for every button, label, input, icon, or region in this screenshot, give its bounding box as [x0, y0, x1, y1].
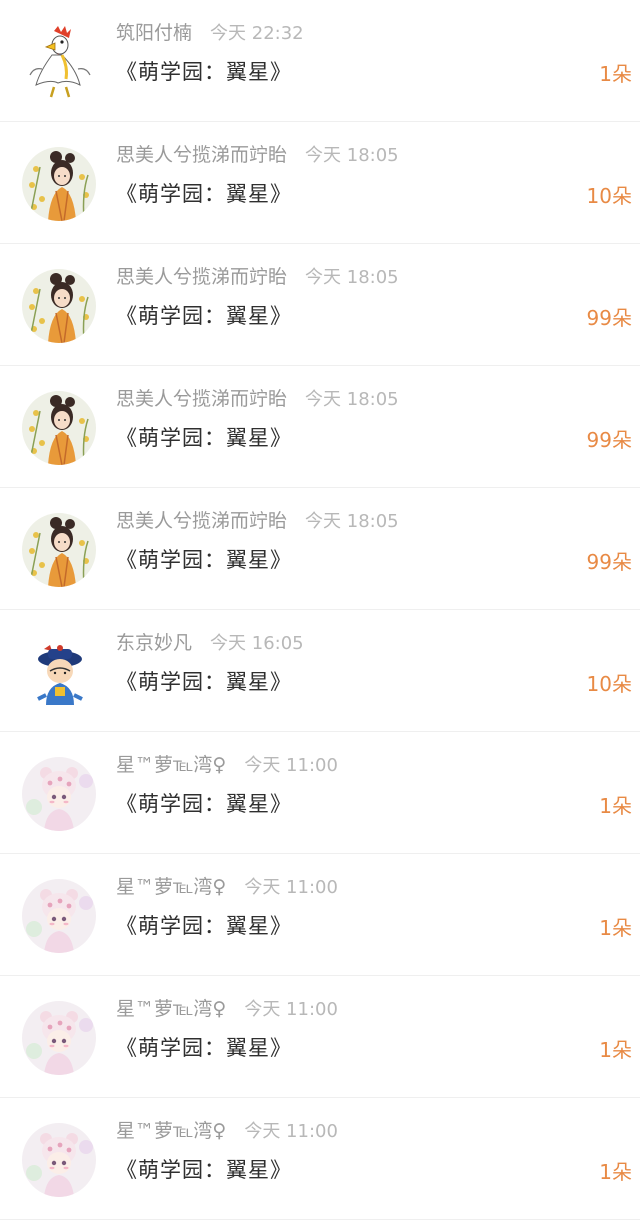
bear-hat-girl-avatar-icon	[22, 757, 96, 831]
avatar[interactable]	[22, 147, 96, 221]
gift-title[interactable]: 《萌学园：翼星》	[116, 910, 292, 942]
avatar[interactable]	[22, 635, 96, 709]
gift-title[interactable]: 《萌学园：翼星》	[116, 178, 292, 210]
avatar[interactable]	[22, 757, 96, 831]
timestamp: 今天 16:05	[210, 633, 304, 654]
flower-count: 99朵	[586, 428, 632, 452]
entry-meta: 东京妙凡 今天 16:05	[116, 630, 304, 657]
entry-meta: 思美人兮揽涕而竚眙 今天 18:05	[116, 142, 399, 169]
timestamp: 今天 18:05	[305, 389, 399, 410]
timestamp: 今天 11:00	[244, 877, 338, 898]
avatar[interactable]	[22, 25, 96, 99]
entry-meta: 思美人兮揽涕而竚眙 今天 18:05	[116, 386, 399, 413]
list-item[interactable]: 东京妙凡 今天 16:05 《萌学园：翼星》 10朵	[0, 610, 640, 732]
sender-name[interactable]: 思美人兮揽涕而竚眙	[116, 388, 287, 410]
list-item[interactable]: 思美人兮揽涕而竚眙 今天 18:05 《萌学园：翼星》 99朵	[0, 244, 640, 366]
sender-name[interactable]: 思美人兮揽涕而竚眙	[116, 144, 287, 166]
entry-meta: 星™萝℡湾♀ 今天 11:00	[116, 996, 338, 1023]
gift-title[interactable]: 《萌学园：翼星》	[116, 422, 292, 454]
avatar[interactable]	[22, 879, 96, 953]
bear-hat-girl-avatar-icon	[22, 1001, 96, 1075]
flower-count: 1朵	[599, 794, 632, 818]
girl-flowers-avatar-icon	[22, 391, 96, 465]
avatar[interactable]	[22, 1001, 96, 1075]
entry-meta: 思美人兮揽涕而竚眙 今天 18:05	[116, 264, 399, 291]
timestamp: 今天 18:05	[305, 145, 399, 166]
flower-count: 10朵	[586, 184, 632, 208]
entry-meta: 思美人兮揽涕而竚眙 今天 18:05	[116, 508, 399, 535]
girl-flowers-avatar-icon	[22, 513, 96, 587]
gift-title[interactable]: 《萌学园：翼星》	[116, 666, 292, 698]
list-item[interactable]: 星™萝℡湾♀ 今天 11:00 《萌学园：翼星》 1朵	[0, 976, 640, 1098]
gift-title[interactable]: 《萌学园：翼星》	[116, 1032, 292, 1064]
sender-name[interactable]: 星™萝℡湾♀	[116, 876, 226, 898]
sender-name[interactable]: 思美人兮揽涕而竚眙	[116, 266, 287, 288]
bear-hat-girl-avatar-icon	[22, 1123, 96, 1197]
list-item[interactable]: 星™萝℡湾♀ 今天 11:00 《萌学园：翼星》 1朵	[0, 732, 640, 854]
timestamp: 今天 22:32	[210, 23, 304, 44]
avatar[interactable]	[22, 269, 96, 343]
gift-title[interactable]: 《萌学园：翼星》	[116, 56, 292, 88]
sender-name[interactable]: 筑阳付楠	[116, 22, 192, 44]
list-item[interactable]: 星™萝℡湾♀ 今天 11:00 《萌学园：翼星》 1朵	[0, 854, 640, 976]
gift-title[interactable]: 《萌学园：翼星》	[116, 300, 292, 332]
qing-official-avatar-icon	[22, 635, 96, 709]
flower-count: 1朵	[599, 916, 632, 940]
list-item[interactable]: 思美人兮揽涕而竚眙 今天 18:05 《萌学园：翼星》 99朵	[0, 488, 640, 610]
flower-count: 1朵	[599, 1160, 632, 1184]
gift-title[interactable]: 《萌学园：翼星》	[116, 544, 292, 576]
avatar[interactable]	[22, 1123, 96, 1197]
timestamp: 今天 18:05	[305, 511, 399, 532]
flower-count: 10朵	[586, 672, 632, 696]
sender-name[interactable]: 星™萝℡湾♀	[116, 998, 226, 1020]
bear-hat-girl-avatar-icon	[22, 879, 96, 953]
list-item[interactable]: 星™萝℡湾♀ 今天 11:00 《萌学园：翼星》 1朵	[0, 1098, 640, 1220]
flower-count: 99朵	[586, 550, 632, 574]
flower-count: 1朵	[599, 62, 632, 86]
gift-title[interactable]: 《萌学园：翼星》	[116, 788, 292, 820]
timestamp: 今天 11:00	[244, 1121, 338, 1142]
gift-title[interactable]: 《萌学园：翼星》	[116, 1154, 292, 1186]
entry-meta: 星™萝℡湾♀ 今天 11:00	[116, 752, 338, 779]
entry-meta: 星™萝℡湾♀ 今天 11:00	[116, 1118, 338, 1145]
sender-name[interactable]: 星™萝℡湾♀	[116, 754, 226, 776]
girl-flowers-avatar-icon	[22, 147, 96, 221]
avatar[interactable]	[22, 391, 96, 465]
rooster-avatar-icon	[22, 25, 96, 99]
sender-name[interactable]: 思美人兮揽涕而竚眙	[116, 510, 287, 532]
entry-meta: 筑阳付楠 今天 22:32	[116, 20, 304, 47]
timestamp: 今天 11:00	[244, 999, 338, 1020]
list-item[interactable]: 筑阳付楠 今天 22:32 《萌学园：翼星》 1朵	[0, 0, 640, 122]
sender-name[interactable]: 星™萝℡湾♀	[116, 1120, 226, 1142]
girl-flowers-avatar-icon	[22, 269, 96, 343]
entry-meta: 星™萝℡湾♀ 今天 11:00	[116, 874, 338, 901]
flower-count: 1朵	[599, 1038, 632, 1062]
sender-name[interactable]: 东京妙凡	[116, 632, 192, 654]
list-item[interactable]: 思美人兮揽涕而竚眙 今天 18:05 《萌学园：翼星》 99朵	[0, 366, 640, 488]
gift-record-list: 筑阳付楠今天 22:32 《萌学园：翼星》 1朵 思美人兮揽涕而竚眙今天 1	[0, 0, 640, 1220]
list-item[interactable]: 思美人兮揽涕而竚眙 今天 18:05 《萌学园：翼星》 10朵	[0, 122, 640, 244]
flower-count: 99朵	[586, 306, 632, 330]
timestamp: 今天 18:05	[305, 267, 399, 288]
avatar[interactable]	[22, 513, 96, 587]
timestamp: 今天 11:00	[244, 755, 338, 776]
